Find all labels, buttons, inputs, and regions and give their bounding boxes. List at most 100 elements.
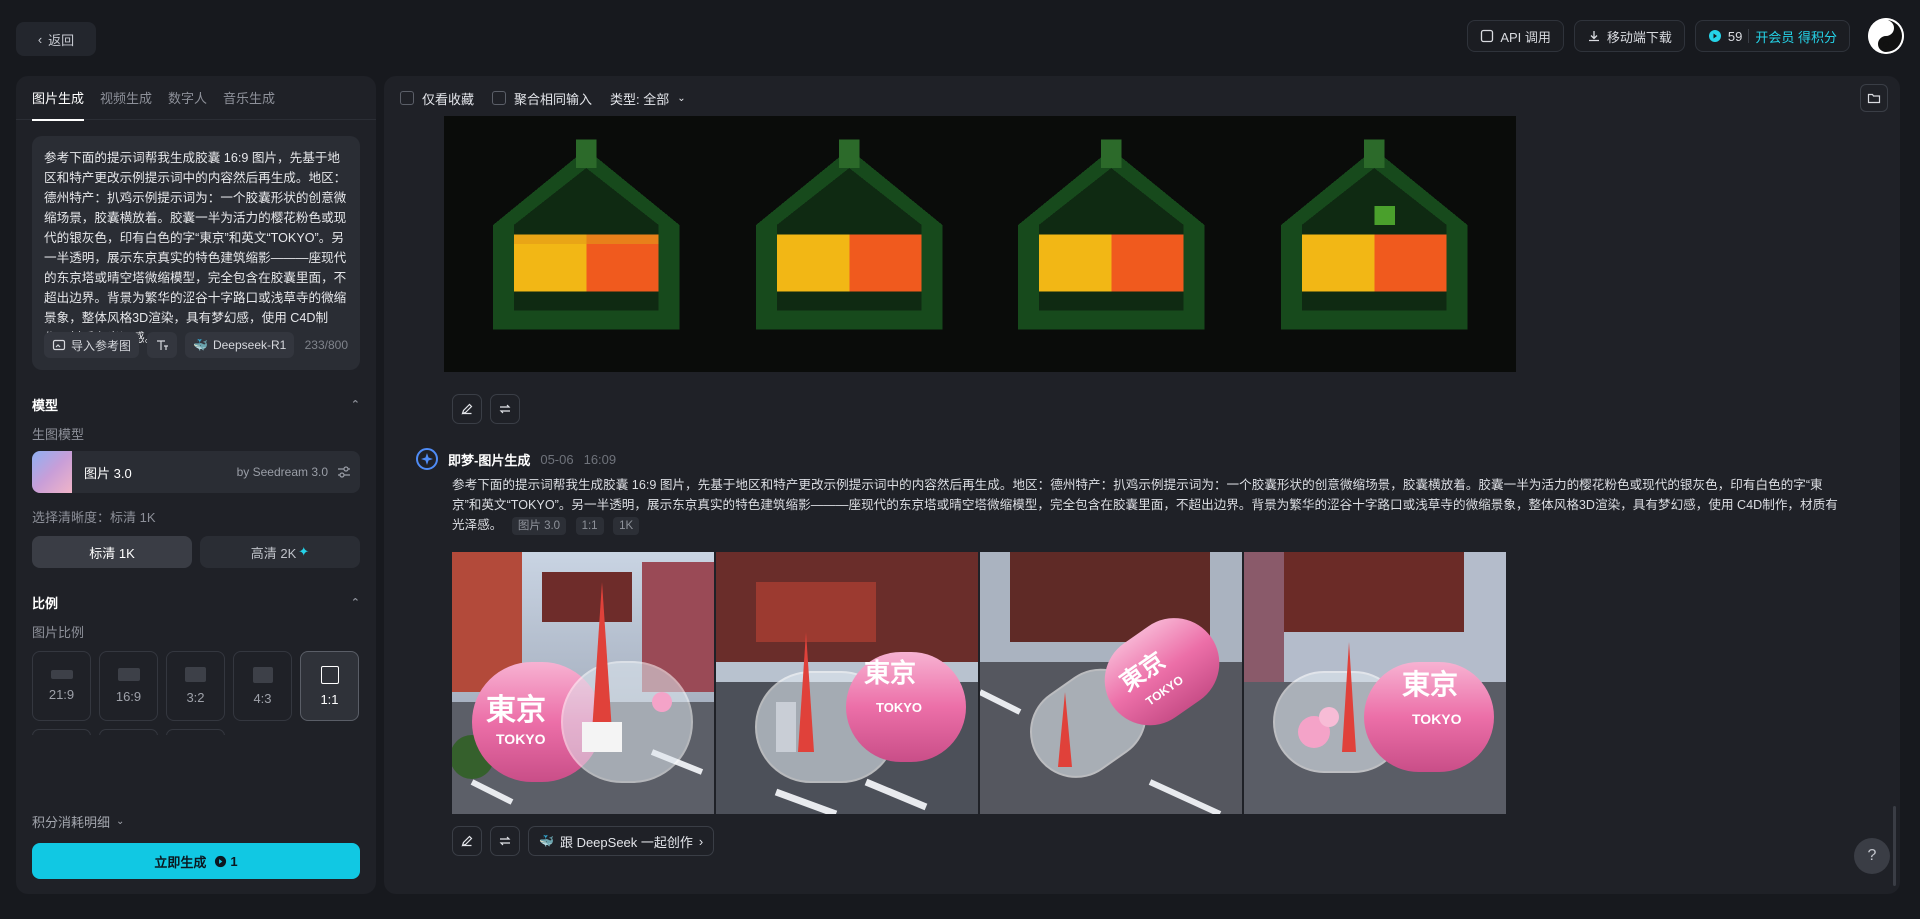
generation-header: 即梦-图片生成 05-06 16:09	[416, 448, 616, 470]
top-actions: API 调用 移动端下载 59 开会员 得积分	[1467, 18, 1904, 54]
model-section-header[interactable]: 模型 ⌃	[16, 394, 376, 414]
tab-video-generation[interactable]: 视频生成	[100, 76, 152, 120]
prompt-input[interactable]: 参考下面的提示词帮我生成胶囊 16:9 图片，先基于地区和特产更改示例提示词中的…	[32, 136, 360, 370]
chevron-up-icon: ⌃	[350, 596, 360, 609]
back-label: 返回	[48, 32, 75, 48]
ratio-16-9[interactable]: 16:9	[99, 651, 158, 721]
deepseek-icon: 🐳	[193, 338, 208, 352]
deepseek-button[interactable]: 🐳 Deepseek-R1	[185, 332, 295, 358]
generation-time: 16:09	[583, 451, 617, 467]
dreamina-logo-icon	[416, 448, 438, 470]
points-membership-button[interactable]: 59 开会员 得积分	[1694, 20, 1850, 52]
api-button[interactable]: API 调用	[1467, 20, 1564, 52]
text-style-button[interactable]	[147, 332, 178, 358]
chevron-down-icon: ⌄	[677, 92, 686, 104]
ratio-shape	[185, 667, 206, 682]
ratio-label: 21:9	[48, 687, 75, 702]
mobile-download-label: 移动端下载	[1606, 29, 1672, 45]
divider	[1748, 29, 1750, 43]
favorites-only-checkbox[interactable]: 仅看收藏	[400, 89, 474, 108]
ratio-shape	[252, 666, 273, 683]
generate-button[interactable]: 立即生成 1	[32, 843, 360, 879]
scrollbar[interactable]	[1893, 806, 1896, 886]
model-selector[interactable]: 图片 3.0 by Seedream 3.0	[32, 451, 360, 493]
tab-digital-human[interactable]: 数字人	[168, 76, 207, 120]
chevron-right-icon: ›	[698, 833, 704, 849]
type-filter-dropdown[interactable]: 类型: 全部 ⌄	[610, 89, 686, 108]
results-panel: 仅看收藏 聚合相同输入 类型: 全部 ⌄ 即梦-图片生成 05-06 16:09…	[384, 76, 1900, 894]
top-bar: ‹ 返回 API 调用 移动端下载 59 开会员 得积分	[0, 0, 1920, 78]
edit-button[interactable]	[452, 826, 482, 856]
regenerate-button[interactable]	[490, 394, 520, 424]
clarity-hd-label: 高清 2K	[250, 545, 297, 561]
generation-prompt-text: 参考下面的提示词帮我生成胶囊 16:9 图片，先基于地区和特产更改示例提示词中的…	[452, 478, 1838, 532]
prompt-text[interactable]: 参考下面的提示词帮我生成胶囊 16:9 图片，先基于地区和特产更改示例提示词中的…	[44, 148, 348, 348]
checkbox-icon	[400, 91, 414, 105]
mode-tabs: 图片生成 视频生成 数字人 音乐生成	[16, 76, 376, 121]
favorites-only-label: 仅看收藏	[422, 91, 475, 107]
ratio-4-3[interactable]: 4:3	[233, 651, 292, 721]
points-icon	[1708, 30, 1721, 42]
help-button[interactable]: ?	[1854, 838, 1890, 874]
capsule-text-cn: 東京	[1402, 668, 1458, 700]
folder-button[interactable]	[1860, 84, 1888, 112]
sliders-icon	[338, 466, 350, 478]
pixel-art-image[interactable]	[462, 130, 711, 358]
chevron-up-icon: ⌃	[350, 398, 360, 411]
avatar[interactable]	[1868, 18, 1904, 54]
capsule-text-en: TOKYO	[876, 700, 922, 715]
generate-cost: 1	[214, 853, 238, 869]
folder-icon	[1867, 93, 1881, 104]
pixel-art-image[interactable]	[1249, 130, 1498, 358]
pencil-icon	[461, 835, 473, 847]
edit-button[interactable]	[452, 394, 482, 424]
clarity-label: 选择清晰度：标清 1K	[32, 510, 156, 525]
generated-image[interactable]: 東京 TOKYO	[716, 552, 978, 814]
ratio-tag: 1:1	[575, 517, 604, 535]
api-icon	[1481, 29, 1494, 43]
generate-cost-value: 1	[230, 853, 238, 869]
chevron-down-icon: ⌄	[116, 816, 125, 827]
cost-details-label: 积分消耗明细	[32, 815, 111, 830]
left-panel: 图片生成 视频生成 数字人 音乐生成 参考下面的提示词帮我生成胶囊 16:9 图…	[16, 76, 376, 894]
ratio-21-9[interactable]: 21:9	[32, 651, 91, 721]
mobile-download-button[interactable]: 移动端下载	[1573, 20, 1685, 52]
prompt-tools: 导入参考图 🐳 Deepseek-R1 233/800	[44, 332, 348, 358]
ratio-3-2[interactable]: 3:2	[166, 651, 225, 721]
regenerate-button[interactable]	[490, 826, 520, 856]
ratio-label: 16:9	[115, 689, 142, 704]
clarity-hd-button[interactable]: 高清 2K ✦	[200, 536, 360, 568]
generation-prompt: 参考下面的提示词帮我生成胶囊 16:9 图片，先基于地区和特产更改示例提示词中的…	[452, 475, 1842, 535]
merge-same-input-checkbox[interactable]: 聚合相同输入	[492, 89, 592, 108]
clarity-standard-button[interactable]: 标清 1K	[32, 536, 192, 568]
sparkle-icon: ✦	[298, 544, 310, 559]
ratio-section-title: 比例	[32, 595, 59, 611]
import-reference-button[interactable]: 导入参考图	[44, 332, 140, 358]
generated-image[interactable]: 東京 TOKYO	[980, 552, 1242, 814]
pixel-art-image[interactable]	[724, 130, 973, 358]
ratio-label: 3:2	[186, 690, 205, 705]
ratio-section-header[interactable]: 比例 ⌃	[16, 592, 376, 612]
generated-image[interactable]: 東京 TOKYO	[452, 552, 714, 814]
back-button[interactable]: ‹ 返回	[16, 22, 96, 56]
pixel-art-image[interactable]	[987, 130, 1236, 358]
repeat-icon	[499, 404, 511, 414]
ratio-shape	[117, 668, 140, 681]
generated-image[interactable]: 東京 TOKYO	[1244, 552, 1506, 814]
tab-image-generation[interactable]: 图片生成	[32, 76, 85, 121]
deepseek-icon: 🐳	[539, 834, 554, 848]
points-count: 59	[1727, 28, 1743, 44]
cost-details-toggle[interactable]: 积分消耗明细 ⌄	[32, 812, 124, 831]
previous-result-actions	[452, 394, 520, 424]
ratio-shape	[50, 670, 73, 679]
ratio-label: 4:3	[253, 690, 272, 706]
create-with-deepseek-label: 跟 DeepSeek 一起创作	[559, 834, 693, 850]
api-label: API 调用	[1500, 29, 1551, 45]
ratio-1-1[interactable]: 1:1	[300, 651, 359, 721]
membership-label: 开会员 得积分	[1755, 29, 1837, 45]
tab-music-generation[interactable]: 音乐生成	[223, 76, 275, 120]
create-with-deepseek-button[interactable]: 🐳 跟 DeepSeek 一起创作 ›	[528, 826, 715, 856]
generation-date: 05-06	[540, 451, 574, 467]
previous-result-images	[444, 116, 1516, 372]
generation-title: 即梦-图片生成	[448, 452, 531, 468]
